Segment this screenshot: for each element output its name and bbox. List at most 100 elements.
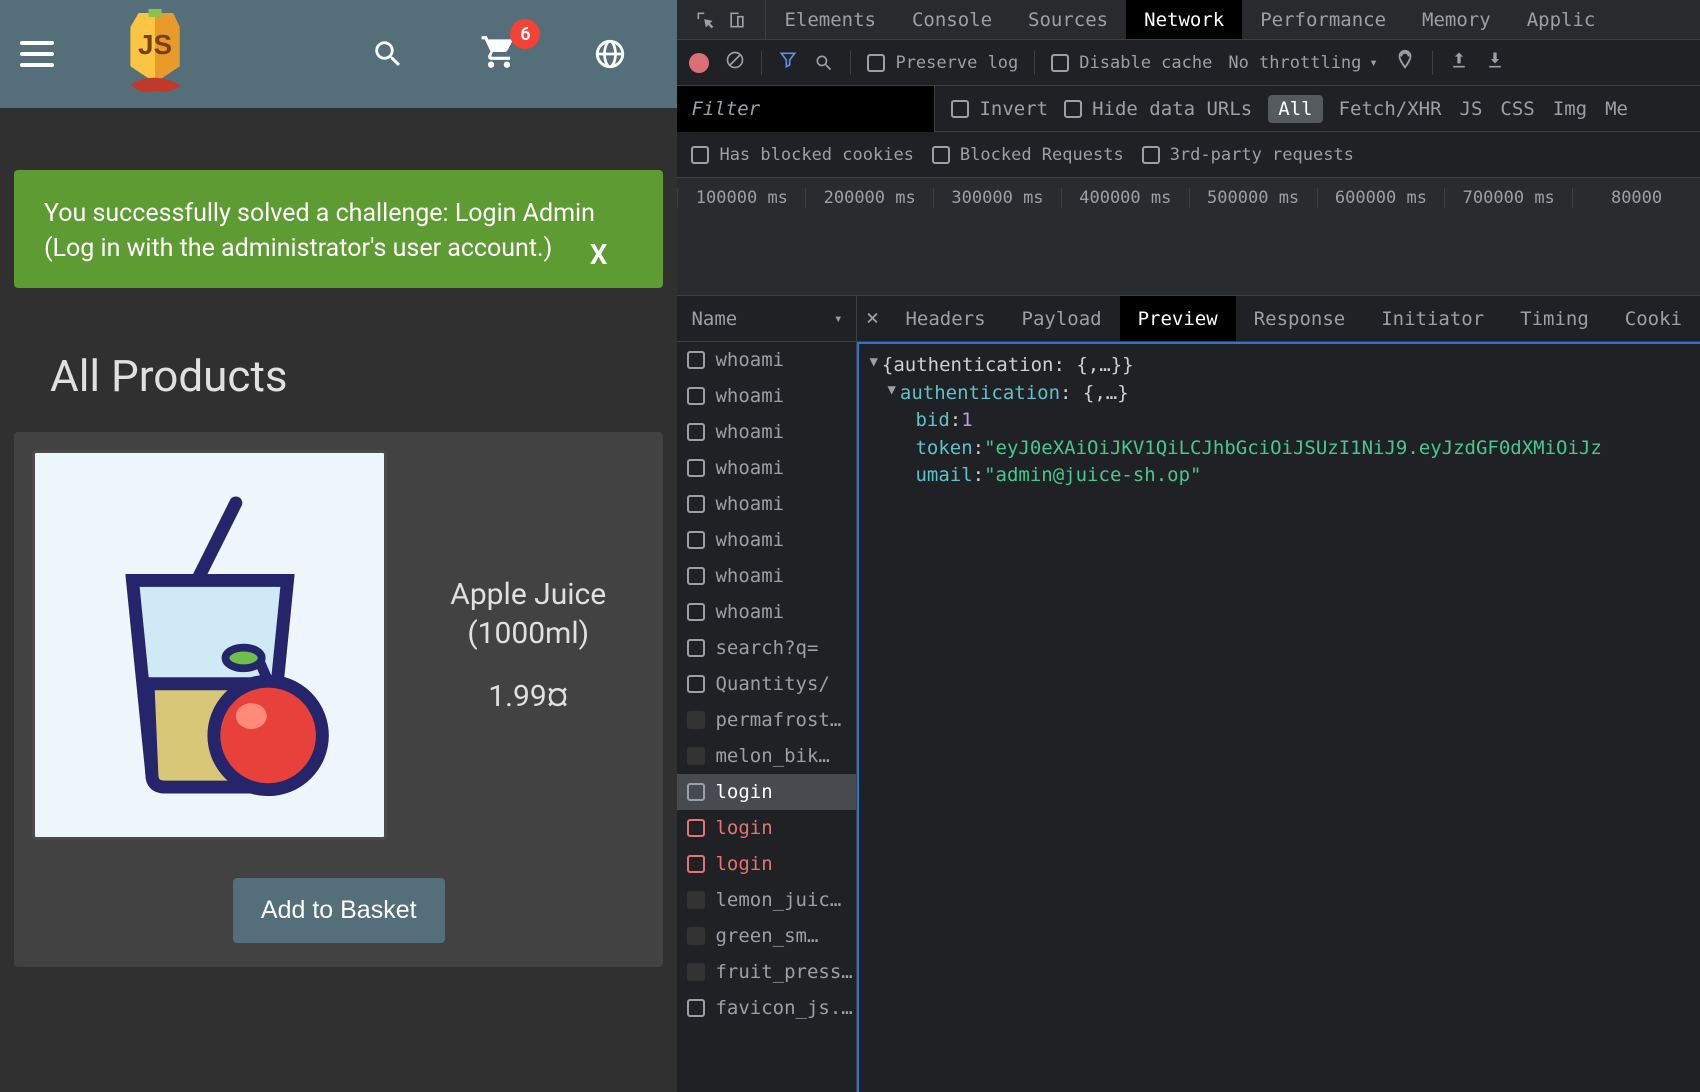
search-icon[interactable] xyxy=(371,37,405,71)
request-type-icon xyxy=(687,603,705,621)
filter-type-js[interactable]: JS xyxy=(1460,98,1483,120)
upload-icon[interactable] xyxy=(1449,50,1469,75)
filter-type-css[interactable]: CSS xyxy=(1500,98,1534,120)
globe-icon[interactable] xyxy=(593,37,627,71)
filter-input[interactable]: Filter xyxy=(677,86,935,132)
throttle-dropdown[interactable]: No throttling xyxy=(1228,53,1378,73)
request-type-icon xyxy=(687,675,705,693)
request-row[interactable]: search?q= xyxy=(677,630,856,666)
request-type-icon xyxy=(687,783,705,801)
detail-tab-cooki[interactable]: Cooki xyxy=(1607,296,1700,341)
request-type-icon xyxy=(687,351,705,369)
request-row[interactable]: favicon_js.… xyxy=(677,990,856,1026)
request-row[interactable]: login xyxy=(677,846,856,882)
request-type-icon xyxy=(687,531,705,549)
invert-checkbox[interactable]: Invert xyxy=(951,98,1048,120)
request-type-icon xyxy=(687,567,705,585)
filter-bar-2: Has blocked cookies Blocked Requests 3rd… xyxy=(677,132,1700,178)
cart-badge: 6 xyxy=(510,19,540,49)
request-row[interactable]: whoami xyxy=(677,558,856,594)
app-logo[interactable]: JS xyxy=(114,8,196,100)
record-button[interactable] xyxy=(689,53,709,73)
request-row[interactable]: whoami xyxy=(677,342,856,378)
details-close-button[interactable]: × xyxy=(857,306,887,331)
request-row[interactable]: green_sm… xyxy=(677,918,856,954)
devtools-tab-sources[interactable]: Sources xyxy=(1010,0,1126,39)
request-type-icon xyxy=(687,423,705,441)
product-size: (1000ml) xyxy=(411,616,645,651)
request-row[interactable]: whoami xyxy=(677,378,856,414)
network-toolbar: Preserve log Disable cache No throttling xyxy=(677,40,1700,86)
devtools-tab-applic[interactable]: Applic xyxy=(1509,0,1614,39)
detail-tab-preview[interactable]: Preview xyxy=(1120,296,1236,341)
disable-cache-checkbox[interactable]: Disable cache xyxy=(1051,53,1212,73)
response-preview[interactable]: ▼{authentication: {,…}} ▼authentication:… xyxy=(857,342,1700,1092)
app-header: JS 6 xyxy=(0,0,677,108)
network-settings-icon[interactable] xyxy=(1394,49,1416,76)
request-row[interactable]: lemon_juic… xyxy=(677,882,856,918)
filter-icon[interactable] xyxy=(778,50,798,75)
search-tool-icon[interactable] xyxy=(814,53,834,73)
request-type-icon xyxy=(687,999,705,1017)
toast-message: You successfully solved a challenge: Log… xyxy=(44,199,595,263)
devtools-tabs: ElementsConsoleSourcesNetworkPerformance… xyxy=(677,0,1700,40)
inspect-icon[interactable] xyxy=(695,10,715,30)
request-type-icon xyxy=(687,459,705,477)
request-type-icon xyxy=(687,747,705,765)
svg-text:JS: JS xyxy=(138,29,172,60)
detail-tab-timing[interactable]: Timing xyxy=(1502,296,1607,341)
request-row[interactable]: whoami xyxy=(677,414,856,450)
third-party-checkbox[interactable]: 3rd-party requests xyxy=(1142,145,1354,165)
request-row[interactable]: whoami xyxy=(677,450,856,486)
request-type-icon xyxy=(687,387,705,405)
detail-tab-headers[interactable]: Headers xyxy=(887,296,1003,341)
request-row[interactable]: fruit_press… xyxy=(677,954,856,990)
devtools-tab-network[interactable]: Network xyxy=(1126,0,1242,39)
filter-type-me[interactable]: Me xyxy=(1605,98,1628,120)
detail-tab-response[interactable]: Response xyxy=(1236,296,1364,341)
detail-tab-initiator[interactable]: Initiator xyxy=(1363,296,1502,341)
clear-button[interactable] xyxy=(725,50,745,75)
request-row[interactable]: melon_bik… xyxy=(677,738,856,774)
filter-type-all[interactable]: All xyxy=(1268,95,1322,123)
preserve-log-checkbox[interactable]: Preserve log xyxy=(867,53,1018,73)
filter-type-fetch-xhr[interactable]: Fetch/XHR xyxy=(1339,98,1442,120)
hide-data-urls-checkbox[interactable]: Hide data URLs xyxy=(1064,98,1252,120)
product-card: Apple Juice (1000ml) 1.99¤ Add to Basket xyxy=(14,432,663,967)
requests-list: Name whoamiwhoamiwhoamiwhoamiwhoamiwhoam… xyxy=(677,296,857,1092)
request-type-icon xyxy=(687,495,705,513)
add-to-basket-button[interactable]: Add to Basket xyxy=(233,878,445,943)
request-type-icon xyxy=(687,819,705,837)
detail-tab-payload[interactable]: Payload xyxy=(1004,296,1120,341)
download-icon[interactable] xyxy=(1485,50,1505,75)
devtools-pane: ElementsConsoleSourcesNetworkPerformance… xyxy=(677,0,1700,1092)
request-row[interactable]: whoami xyxy=(677,594,856,630)
product-image[interactable] xyxy=(32,450,387,840)
filter-bar: Filter Invert Hide data URLs All Fetch/X… xyxy=(677,86,1700,132)
blocked-requests-checkbox[interactable]: Blocked Requests xyxy=(932,145,1124,165)
devtools-tab-console[interactable]: Console xyxy=(894,0,1010,39)
request-row[interactable]: whoami xyxy=(677,522,856,558)
cart-button[interactable]: 6 xyxy=(480,33,518,75)
request-type-icon xyxy=(687,639,705,657)
network-timeline[interactable]: 100000 ms200000 ms300000 ms400000 ms5000… xyxy=(677,178,1700,296)
request-type-icon xyxy=(687,927,705,945)
request-row[interactable]: login xyxy=(677,774,856,810)
page-title: All Products xyxy=(50,350,627,402)
devtools-tab-elements[interactable]: Elements xyxy=(766,0,894,39)
filter-type-img[interactable]: Img xyxy=(1553,98,1587,120)
success-toast: You successfully solved a challenge: Log… xyxy=(14,170,663,288)
request-row[interactable]: login xyxy=(677,810,856,846)
toast-close-button[interactable]: X xyxy=(590,235,608,274)
request-type-icon xyxy=(687,711,705,729)
blocked-cookies-checkbox[interactable]: Has blocked cookies xyxy=(691,145,913,165)
request-row[interactable]: whoami xyxy=(677,486,856,522)
request-row[interactable]: permafrost… xyxy=(677,702,856,738)
menu-icon[interactable] xyxy=(20,41,54,67)
devtools-tab-memory[interactable]: Memory xyxy=(1404,0,1509,39)
request-row[interactable]: Quantitys/ xyxy=(677,666,856,702)
requests-header[interactable]: Name xyxy=(677,296,856,342)
request-type-icon xyxy=(687,891,705,909)
devtools-tab-performance[interactable]: Performance xyxy=(1242,0,1404,39)
device-icon[interactable] xyxy=(727,10,747,30)
